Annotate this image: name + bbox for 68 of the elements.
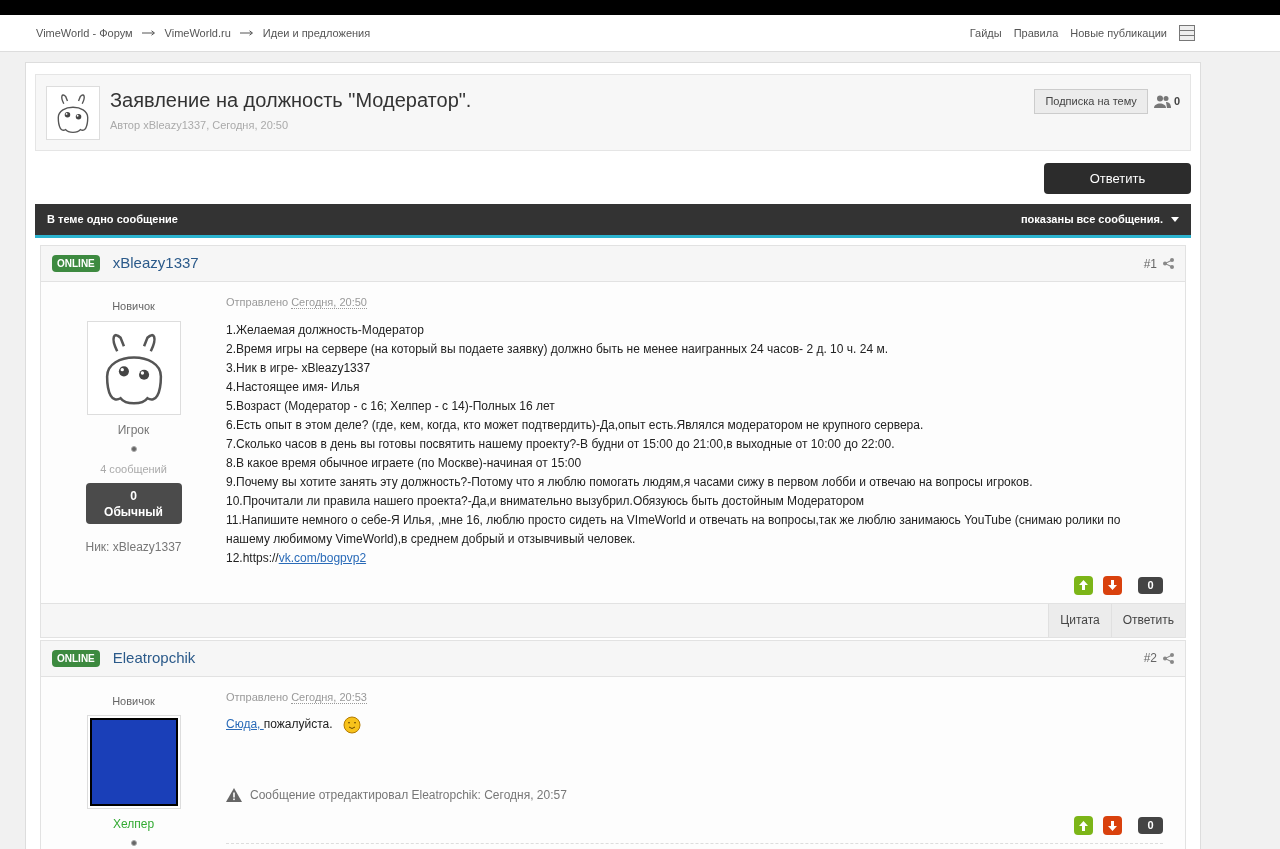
breadcrumb-link[interactable]: VimeWorld.ru (164, 24, 231, 42)
users-icon (1153, 95, 1171, 108)
smiley-icon (342, 715, 361, 734)
post-link[interactable]: vk.com/bogpvp2 (278, 548, 367, 568)
arrow-right-icon (141, 30, 156, 36)
post-link[interactable]: Сюда, (226, 715, 264, 734)
vote-up-button[interactable] (1074, 816, 1093, 835)
reputation-label: Обычный (104, 503, 163, 520)
post-number[interactable]: #2 (1143, 649, 1157, 667)
arrow-down-icon (1108, 820, 1117, 831)
post-number[interactable]: #1 (1143, 254, 1157, 273)
post-text: 2.Время игры на сервере (на который вы подаете заявку) должно быть не менее наигранных 24 часов- 2 д. 10 ч. 24 м. (226, 340, 889, 358)
post-filter-dropdown[interactable]: показаны все сообщения. (1020, 211, 1179, 228)
caret-icon (1171, 217, 1179, 222)
rank-title: Новичок (112, 693, 155, 709)
arrow-right-icon (239, 30, 254, 36)
post-text: 3.Ник в игре- xBleazy1337 (226, 359, 372, 377)
author-link[interactable]: Eleatropchik (112, 646, 196, 670)
share-icon[interactable] (1163, 652, 1174, 664)
post-text: 5.Возраст (Модератор - с 16; Хелпер - с 14)-Полных 16 лет (226, 397, 556, 415)
post-text: 6.Есть опыт в этом деле? (где, кем, когда, кто может подтвердить)-Да,опыт есть.Являлся модератором не крупного сервера. (226, 416, 925, 434)
reputation-value: 0 (130, 487, 137, 504)
post-text: 8.В какое время обычное играете (по Москве)-начиная от 15:00 (226, 454, 583, 472)
post-text: Сюда, пожалуйста. (226, 715, 1163, 734)
rank-title: Новичок (112, 299, 155, 314)
breadcrumb-link[interactable]: Идеи и предложения (262, 24, 371, 42)
user-group: Хелпер (112, 815, 155, 833)
warning-icon (226, 788, 242, 802)
post-action-button[interactable]: Ответить (1110, 603, 1185, 637)
nav-link[interactable]: Правила (1013, 24, 1059, 42)
author-link[interactable]: xBleazy1337 (112, 252, 199, 275)
follower-count: 0 (1173, 94, 1180, 110)
post-count: 4 сообщений (100, 461, 167, 477)
sent-label: Отправлено (226, 690, 290, 703)
sent-time: Сегодня, 20:50 (291, 296, 367, 309)
vote-count: 0 (1138, 817, 1163, 834)
arrow-up-icon (1079, 580, 1088, 590)
vote-count: 0 (1138, 576, 1163, 594)
sent-time: Сегодня, 20:53 (291, 690, 367, 704)
online-badge: ONLINE (52, 255, 100, 272)
post-text: 10.Прочитали ли правила нашего проекта?-Да,и внимательно вызубрил.Обязуюсь быть достойным Модератором (226, 492, 866, 510)
online-badge: ONLINE (52, 649, 100, 667)
topic-meta: Автор xBleazy1337, Сегодня, 20:50 (110, 118, 289, 131)
sent-label: Отправлено (226, 296, 290, 308)
vote-up-button[interactable] (1074, 575, 1093, 595)
post-action-button[interactable]: Цитата (1048, 603, 1111, 637)
vote-down-button[interactable] (1103, 575, 1122, 595)
breadcrumb-link[interactable]: VimeWorld - Форум (36, 24, 133, 42)
nav-link[interactable]: Новые публикации (1070, 24, 1167, 42)
topic-title: Заявление на должность "Модератор". (110, 87, 472, 112)
vote-down-button[interactable] (1103, 816, 1122, 835)
post-text: 9.Почему вы хотите занять эту должность?-Потому что я люблю помогать людям,я часами сижу в первом лобби и отвечаю на вопросы игроков. (226, 473, 1034, 491)
nickname: Ник: xBleazy1337 (85, 539, 182, 556)
nav-link[interactable]: Гайды (969, 24, 1002, 42)
post-text: 1.Желаемая должность-Модератор (226, 321, 425, 339)
arrow-down-icon (1108, 580, 1117, 590)
post-text: 11.Напишите немного о себе-Я Илья, ,мне 16, люблю просто сидеть на VImeWorld и отвечать на вопросы,так же люблю занимаюсь YouTube (снимаю ролики по нашему любимому VimeWorld),в среднем добрый и отзывчивый человек. (226, 511, 1122, 548)
edit-note: Сообщение отредактировал Eleatropchik: Сегодня, 20:57 (250, 787, 567, 804)
post-text: 12.https://vk.com/bogpvp2 (226, 548, 1163, 568)
subscribe-button[interactable]: Подписка на тему (1034, 89, 1148, 114)
topic-bar-text: В теме одно сообщение (47, 212, 178, 228)
user-group: Игрок (117, 420, 150, 439)
reply-button[interactable]: Ответить (1044, 163, 1191, 194)
post-text: 4.Настоящее имя- Илья (226, 378, 361, 396)
arrow-up-icon (1079, 820, 1088, 831)
post-text: 7.Сколько часов в день вы готовы посвятить нашему проекту?-В будни от 15:00 до 21:00,в выходные от 10:00 до 22:00. (226, 435, 896, 453)
list-icon[interactable] (1179, 25, 1195, 41)
share-icon[interactable] (1163, 258, 1174, 269)
